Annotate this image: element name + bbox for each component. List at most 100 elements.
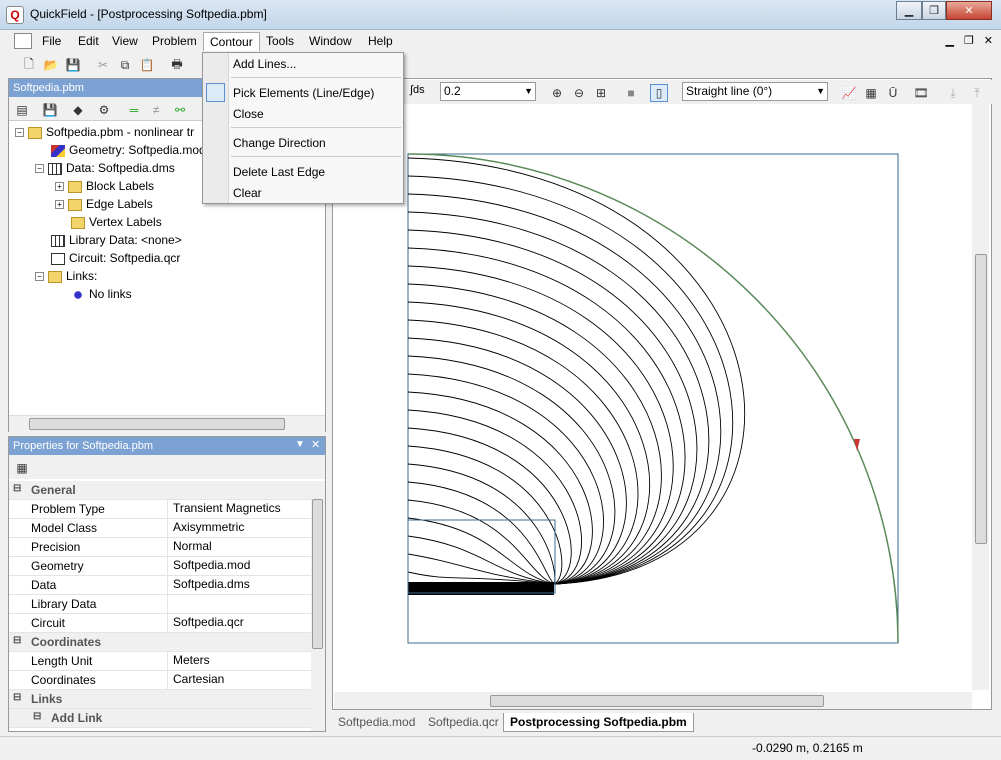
properties-scrollbar[interactable] [311,481,325,731]
document-tabs: Softpedia.mod Softpedia.qcr Postprocessi… [332,711,992,733]
zoom-out-icon[interactable]: ⊖ [570,84,588,102]
menu-item-pick-elements[interactable]: Pick Elements (Line/Edge) [233,86,374,100]
maximize-button[interactable]: ❐ [922,1,946,20]
menu-item-add-lines[interactable]: Add Lines... [233,57,296,71]
step-dropdown[interactable]: 0.2 ▼ [440,82,536,101]
document-icon[interactable] [14,33,32,49]
panel-menu-icon[interactable]: ▼ [295,439,305,450]
animation-icon[interactable]: 🎞 [912,84,930,102]
menu-edit[interactable]: Edit [72,32,105,51]
close-button[interactable]: ✕ [946,1,992,20]
fill-icon[interactable]: ■ [622,84,640,102]
tree-item-links[interactable]: − Links: [35,267,97,285]
horizontal-scroll-thumb[interactable] [490,695,824,707]
menu-help[interactable]: Help [362,32,399,51]
print-icon[interactable]: 🖶 [168,56,186,74]
quickfield-logo-icon: Q [6,6,24,24]
menu-contour[interactable]: Contour [203,32,260,51]
tree-item-edge-labels[interactable]: + Edge Labels [55,195,153,213]
tree-item-vertex-labels[interactable]: Vertex Labels [71,213,162,231]
field-line [407,265,674,585]
menu-item-change-direction[interactable]: Change Direction [233,136,326,150]
field-line [407,355,616,585]
tree-item-no-links[interactable]: No links [71,285,132,303]
prop-row[interactable]: Model Class Axisymmetric [9,519,311,538]
minimize-button[interactable]: ▁ [896,1,922,20]
category-add-link[interactable]: ⊟ Add Link [9,709,311,728]
table-icon[interactable]: ▦ [862,84,880,102]
copy-icon[interactable]: ⧉ [116,56,134,74]
menu-separator [231,127,401,128]
scroll-thumb[interactable] [312,499,323,649]
field-line [407,463,556,585]
field-line [407,373,604,585]
cut-icon[interactable]: ✂ [94,56,112,74]
integral-calc-icon[interactable]: Ū [884,84,902,102]
line-mode-dropdown[interactable]: Straight line (0°) ▼ [682,82,828,101]
link-icon[interactable]: ⚯ [171,101,189,119]
zoom-in-icon[interactable]: ⊕ [548,84,566,102]
pick-elements-icon[interactable]: ▯ [650,84,668,102]
integral-icon[interactable]: ∫ds [410,84,425,96]
mdi-minimize-icon[interactable]: ▁ [945,34,953,47]
categorized-icon[interactable]: ▦ [13,459,31,477]
not-equal-icon[interactable]: ≠ [147,101,165,119]
paste-icon[interactable]: 📋 [138,56,156,74]
mdi-close-icon[interactable]: ✕ [984,34,993,47]
zoom-fit-icon[interactable]: ⊞ [592,84,610,102]
menu-item-close[interactable]: Close [233,107,264,121]
panel-close-icon[interactable]: ✕ [311,438,320,451]
prop-row[interactable]: Geometry Softpedia.mod [9,557,311,576]
tree-item-problem[interactable]: − Softpedia.pbm - nonlinear tr [15,123,194,141]
equal-icon[interactable]: ═ [125,101,143,119]
new-file-icon[interactable]: 🗋 [20,56,38,74]
menu-item-clear[interactable]: Clear [233,186,262,200]
open-folder-icon[interactable]: 📂 [42,56,60,74]
menu-item-delete-last-edge[interactable]: Delete Last Edge [233,165,325,179]
cursor-coordinates: -0.0290 m, 0.2165 m [752,741,863,755]
save-icon[interactable]: 💾 [64,56,82,74]
tree-item-geometry[interactable]: Geometry: Softpedia.mod [51,141,206,159]
prop-row[interactable]: Circuit Softpedia.qcr [9,614,311,633]
contour-menu-dropdown: Add Lines... Pick Elements (Line/Edge) C… [202,52,404,204]
vertical-scroll-thumb[interactable] [975,254,987,544]
prop-row[interactable]: Length Unit Meters [9,652,311,671]
menu-problem[interactable]: Problem [146,32,203,51]
menu-bar: File Edit View Problem Contour Tools Win… [0,30,1001,52]
tree-item-block-labels[interactable]: + Block Labels [55,177,154,195]
pick-elements-icon [206,83,225,102]
menu-separator [231,77,401,78]
menu-view[interactable]: View [106,32,144,51]
tab-circuit[interactable]: Softpedia.qcr [422,713,505,732]
save-icon[interactable]: 💾 [41,101,59,119]
prop-row[interactable]: Precision Normal [9,538,311,557]
mdi-controls: ▁ ❐ ✕ [945,34,993,47]
title-bar: Q QuickField - [Postprocessing Softpedia… [0,0,1001,30]
field-line [407,517,555,585]
mdi-restore-icon[interactable]: ❐ [964,34,974,47]
edit-disabled-icon[interactable]: ⤓ [944,84,962,102]
plot-icon[interactable]: 📈 [840,84,858,102]
tab-postprocessing[interactable]: Postprocessing Softpedia.pbm [503,713,694,732]
tree-item-data[interactable]: − Data: Softpedia.dms [35,159,175,177]
menu-file[interactable]: File [36,32,67,51]
solve-icon[interactable]: ⚙ [95,101,113,119]
category-coordinates[interactable]: ⊟ Coordinates [9,633,311,652]
tree-item-circuit[interactable]: Circuit: Softpedia.qcr [51,249,180,267]
view-icon[interactable]: ▤ [13,101,31,119]
menu-window[interactable]: Window [303,32,358,51]
tree-item-library-data[interactable]: Library Data: <none> [51,231,182,249]
prop-row[interactable]: Data Softpedia.dms [9,576,311,595]
tree-horizontal-scrollbar[interactable] [9,415,325,432]
prop-row[interactable]: Library Data [9,595,311,614]
prop-row[interactable]: Problem Type Transient Magnetics [9,500,311,519]
shapes-icon[interactable]: ◆ [69,101,87,119]
tab-model[interactable]: Softpedia.mod [332,713,421,732]
menu-tools[interactable]: Tools [260,32,300,51]
category-general[interactable]: ⊟ General [9,481,311,500]
field-plot-canvas[interactable] [334,104,972,690]
prop-row[interactable]: Coordinates Cartesian [9,671,311,690]
category-links[interactable]: ⊟ Links [9,690,311,709]
scroll-thumb[interactable] [29,418,285,430]
add-disabled-icon[interactable]: ⤒ [968,84,986,102]
